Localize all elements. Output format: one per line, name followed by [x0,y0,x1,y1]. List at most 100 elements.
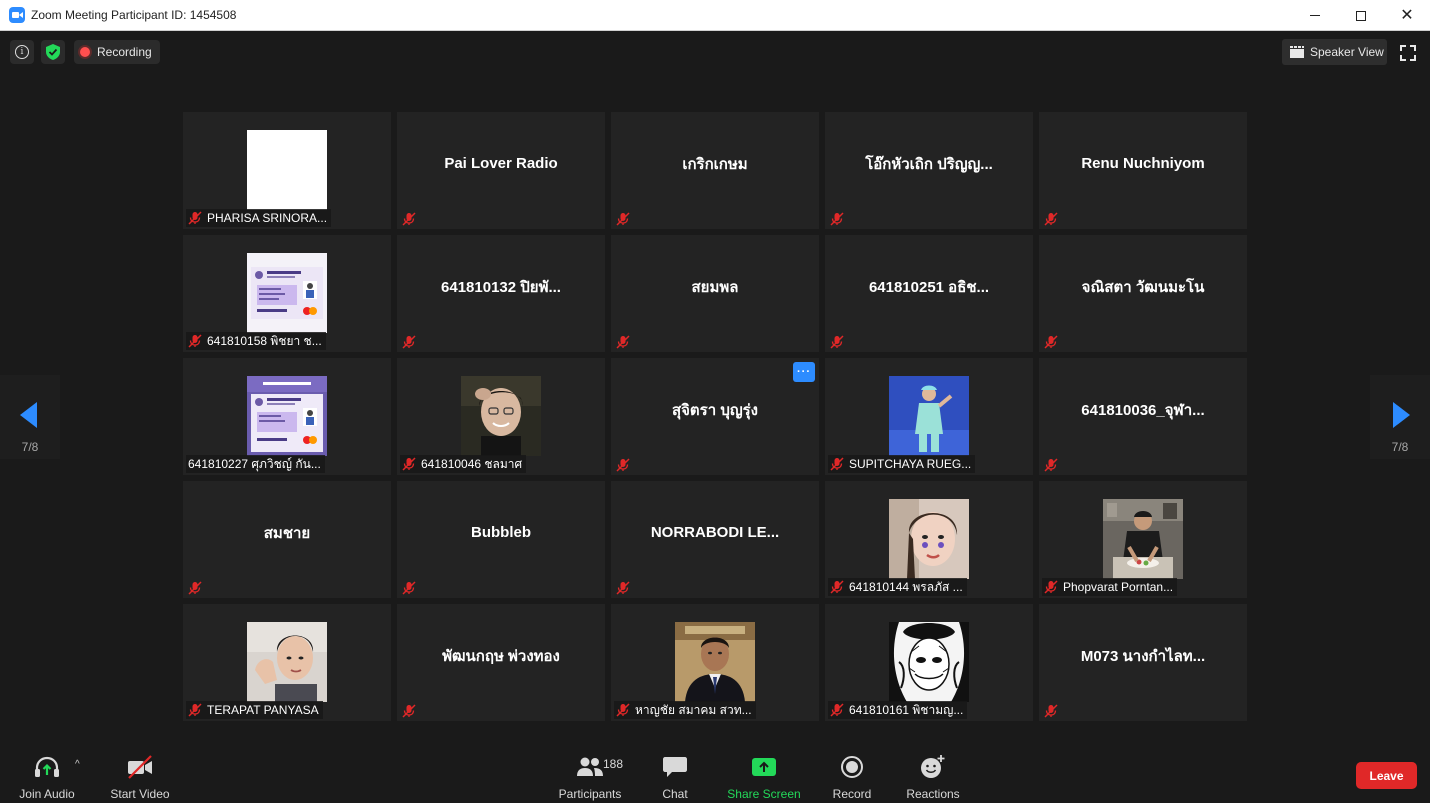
maximize-icon [1356,10,1366,21]
arrow-left-icon [20,402,37,428]
maximize-button[interactable] [1338,0,1384,31]
arrow-right-icon [1393,402,1410,428]
participant-display-name: Pai Lover Radio [444,155,558,172]
chat-label: Chat [662,787,688,801]
previous-page-button[interactable]: 7/8 [0,375,60,459]
join-audio-label: Join Audio [19,787,75,801]
participant-photo [461,376,541,456]
recording-indicator[interactable]: Recording [74,40,160,64]
participant-display-name: พัฒนกฤษ พ่วงทอง [442,647,560,665]
mic-muted-icon [1044,212,1058,226]
mic-muted-icon [830,457,844,471]
shield-check-icon [46,44,60,60]
participant-tile[interactable]: สมชาย [183,481,391,598]
participant-name-label: หาญชัย สมาคม สวท... [614,701,756,719]
page-indicator-left: 7/8 [21,440,39,454]
participant-tile[interactable]: 641810144 พรลภัส ... [825,481,1033,598]
participant-photo [247,253,327,333]
participant-photo [247,376,327,456]
mic-muted-icon [830,703,844,717]
participant-tile[interactable]: 641810036_จุฬา... [1039,358,1247,475]
participant-name-label: 641810227 ศุภวิชญ์ กัน... [186,455,325,473]
participant-tile[interactable]: Phopvarat Porntan... [1039,481,1247,598]
reactions-button[interactable]: Reactions [904,745,962,803]
participant-tile[interactable]: โอ๊กหัวเถิก ปริญญ... [825,112,1033,229]
leave-button[interactable]: Leave [1356,762,1417,789]
participant-display-name: NORRABODI LE... [650,524,780,541]
video-off-icon [126,754,154,780]
participant-tile[interactable]: TERAPAT PANYASA [183,604,391,721]
participant-tile[interactable]: หาญชัย สมาคม สวท... [611,604,819,721]
participant-tile[interactable]: Pai Lover Radio [397,112,605,229]
participant-tile[interactable]: 641810046 ชลมาศ [397,358,605,475]
mic-muted-icon [830,335,844,349]
chat-bubble-icon [661,754,689,780]
start-video-button[interactable]: Start Video [107,745,173,803]
start-video-label: Start Video [110,787,170,801]
participant-display-name: Renu Nuchniyom [1081,155,1205,172]
page-indicator-right: 7/8 [1391,440,1409,454]
participant-tile[interactable]: พัฒนกฤษ พ่วงทอง [397,604,605,721]
minimize-button[interactable] [1292,0,1338,31]
meeting-info-button[interactable]: i [10,40,34,64]
fullscreen-button[interactable] [1398,43,1418,63]
mic-muted-icon [616,458,630,472]
participant-name-label: SUPITCHAYA RUEG... [828,455,976,473]
chat-button[interactable]: Chat [652,745,698,803]
mic-muted-icon [402,581,416,595]
speaker-view-button[interactable]: Speaker View [1282,39,1387,65]
speaker-view-label: Speaker View [1310,45,1384,59]
participant-tile[interactable]: จณิสตา วัฒนมะโน [1039,235,1247,352]
mic-muted-icon [830,212,844,226]
share-screen-icon [750,754,778,780]
audio-options-caret[interactable]: ^ [75,759,80,770]
participant-tile[interactable]: NORRABODI LE... [611,481,819,598]
headphone-icon [33,754,61,780]
participant-tile[interactable]: 641810227 ศุภวิชญ์ กัน... [183,358,391,475]
record-button[interactable]: Record [828,745,876,803]
participants-button[interactable]: Participants [556,745,624,803]
tile-more-options-button[interactable]: ··· [793,362,815,382]
close-button[interactable]: ✕ [1384,0,1430,31]
window-title: Zoom Meeting Participant ID: 1454508 [31,8,237,22]
participant-tile[interactable]: M073 นางกำไลท... [1039,604,1247,721]
participant-tile[interactable]: สุจิตรา บุญรุ่ง ··· [611,358,819,475]
participant-tile[interactable]: Bubbleb [397,481,605,598]
participant-name-label: Phopvarat Porntan... [1042,578,1178,596]
participant-tile[interactable]: 641810158 พิชยา ช... [183,235,391,352]
participant-tile[interactable]: สยมพล [611,235,819,352]
mic-muted-icon [1044,335,1058,349]
mic-muted-icon [402,457,416,471]
participant-grid: PHARISA SRINORA... Pai Lover Radio เกริกเ… [183,112,1247,721]
participant-tile[interactable]: Renu Nuchniyom [1039,112,1247,229]
meeting-toolbar: Join Audio ^ Start Video Participants 18… [0,745,1430,803]
participant-name: Phopvarat Porntan... [1063,580,1174,594]
security-button[interactable] [41,40,65,64]
participant-display-name: 641810036_จุฬา... [1081,401,1205,419]
share-screen-button[interactable]: Share Screen [726,745,802,803]
mic-muted-icon [188,703,202,717]
participant-tile[interactable]: PHARISA SRINORA... [183,112,391,229]
participant-tile[interactable]: SUPITCHAYA RUEG... [825,358,1033,475]
participant-display-name: สุจิตรา บุญรุ่ง [671,401,758,419]
mic-muted-icon [830,580,844,594]
participant-name: 641810158 พิชยา ช... [207,333,322,348]
participant-display-name: เกริกเกษม [682,155,748,173]
participant-photo [889,499,969,579]
participants-count: 188 [603,757,624,771]
mic-muted-icon [1044,580,1058,594]
participant-tile[interactable]: 641810251 อธิช... [825,235,1033,352]
participant-display-name: 641810251 อธิช... [868,278,990,296]
participant-tile[interactable]: เกริกเกษม [611,112,819,229]
participant-tile[interactable]: 641810132 ปิยพั... [397,235,605,352]
next-page-button[interactable]: 7/8 [1370,375,1430,459]
join-audio-button[interactable]: Join Audio [16,745,78,803]
mic-muted-icon [188,334,202,348]
participant-photo [889,622,969,702]
recording-label: Recording [97,45,152,59]
participant-tile[interactable]: 641810161 พิชามญ... [825,604,1033,721]
mic-muted-icon [402,212,416,226]
participant-display-name: สมชาย [263,524,311,542]
participant-name-label: 641810046 ชลมาศ [400,455,527,473]
participant-photo [247,130,327,210]
